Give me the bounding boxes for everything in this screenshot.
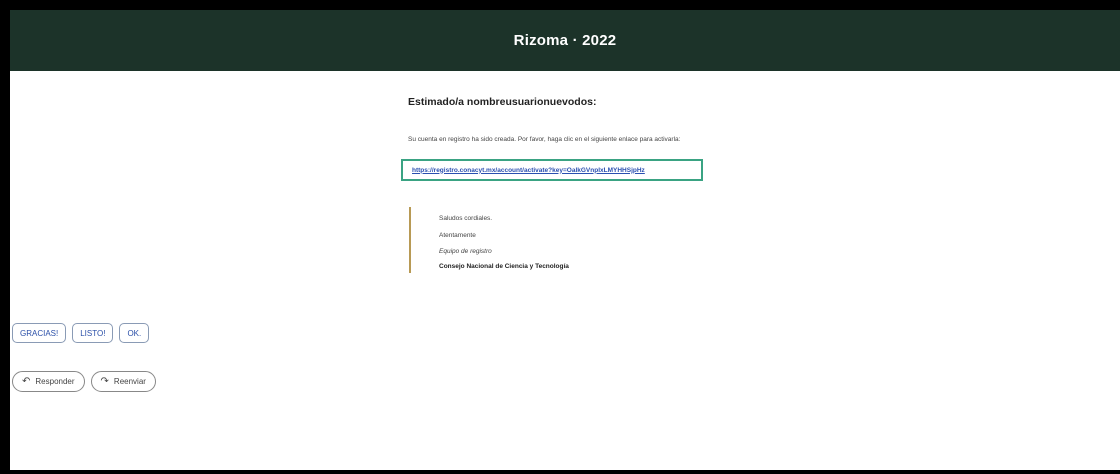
signature-block: Saludos cordiales. Atentamente Equipo de…	[409, 207, 671, 273]
reply-label: Responder	[35, 377, 75, 386]
quick-replies: GRACIAS! LISTO! OK.	[12, 323, 150, 343]
quick-reply-listo[interactable]: LISTO!	[72, 323, 114, 343]
signature-org: Consejo Nacional de Ciencia y Tecnología	[439, 263, 569, 270]
forward-button[interactable]: ↷ Reenviar	[90, 371, 156, 392]
email-intro-text: Su cuenta en registro ha sido creada. Po…	[408, 136, 681, 143]
forward-icon: ↷	[100, 376, 109, 387]
banner-title: Rizoma · 2022	[513, 32, 617, 49]
forward-label: Reenviar	[113, 377, 146, 386]
activation-link[interactable]: https://registro.conacyt.mx/account/acti…	[412, 167, 645, 174]
email-viewer: Rizoma · 2022 Estimado/a nombreusuarionu…	[10, 10, 1120, 470]
email-greeting: Estimado/a nombreusuarionuevodos:	[408, 96, 597, 108]
signature-line: Saludos cordiales.	[439, 215, 493, 222]
message-actions: ↶ Responder ↷ Reenviar	[12, 371, 156, 392]
reply-icon: ↶	[22, 376, 31, 387]
reply-button[interactable]: ↶ Responder	[12, 371, 85, 392]
quick-reply-gracias[interactable]: GRACIAS!	[12, 323, 67, 343]
email-banner: Rizoma · 2022	[10, 10, 1120, 71]
signature-line: Atentamente	[439, 232, 476, 239]
activation-link-highlight: https://registro.conacyt.mx/account/acti…	[401, 159, 703, 181]
signature-team: Equipo de registro	[439, 248, 492, 255]
quick-reply-ok[interactable]: OK.	[119, 323, 150, 343]
